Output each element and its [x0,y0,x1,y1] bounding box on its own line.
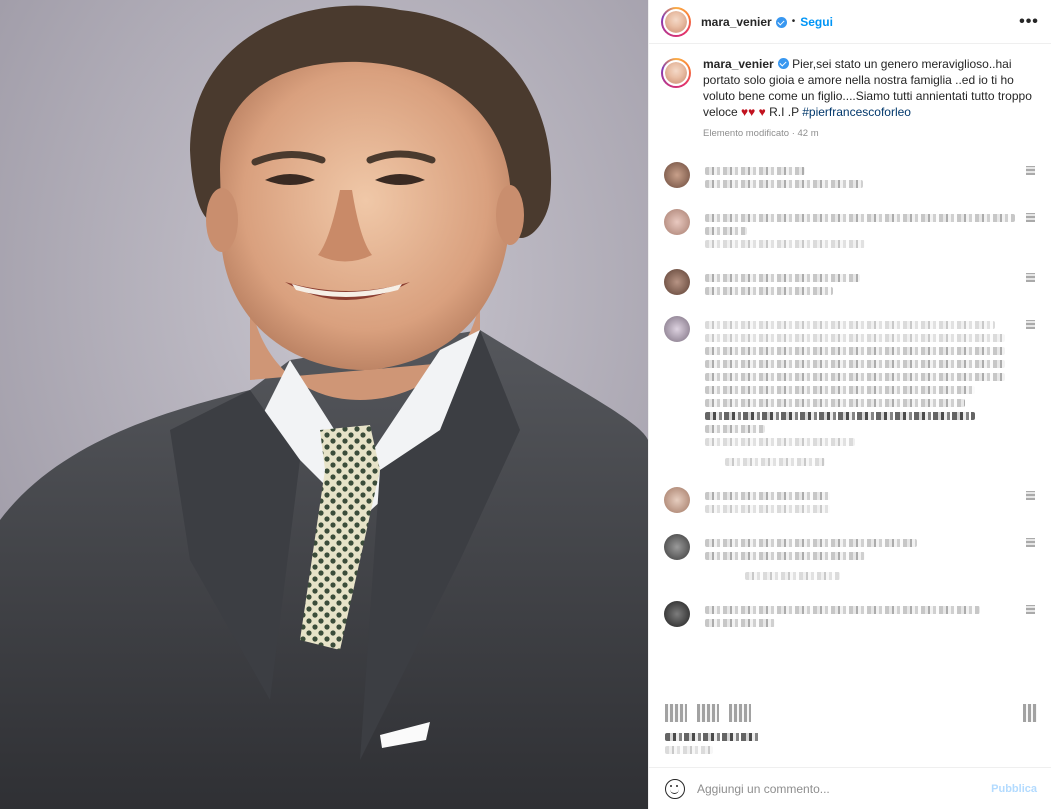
comment-icon[interactable] [697,704,719,722]
heart-icon[interactable] [1026,538,1035,547]
commenter-avatar[interactable] [664,316,690,342]
post-photo [0,0,648,809]
comment-item [661,534,1039,585]
comment-item [661,487,1039,518]
portrait-image [0,0,648,809]
publish-button[interactable]: Pubblica [991,783,1037,795]
heart-icon[interactable] [1026,605,1035,614]
caption-text-rip: R.I .P [769,105,799,119]
likes-count[interactable] [665,733,760,741]
caption-username[interactable]: mara_venier [703,57,774,71]
add-comment-bar: Pubblica [649,767,1051,809]
author-username[interactable]: mara_venier [701,15,772,29]
heart-icon[interactable] [1026,273,1035,282]
comment-input[interactable] [697,781,992,796]
comment-item [661,209,1039,253]
comment-item [661,162,1039,193]
caption-meta: Elemento modificato · 42 m [703,128,819,139]
instagram-post-modal: mara_venier • Segui ••• mara_venier Pier… [0,0,1051,809]
caption-body: mara_venier Pier,sei stato un genero mer… [703,56,1039,142]
more-options-icon[interactable]: ••• [1019,12,1039,32]
post-date [665,746,713,754]
heart-icon[interactable] [1026,166,1035,175]
comment-item [661,601,1039,632]
heart-icon[interactable] [1026,320,1035,329]
heart-icon: ♥♥ [741,105,756,119]
heart-icon[interactable] [1026,213,1035,222]
follow-button[interactable]: Segui [800,15,833,29]
post-caption: mara_venier Pier,sei stato un genero mer… [661,56,1039,142]
commenter-avatar[interactable] [664,209,690,235]
commenter-avatar[interactable] [664,162,690,188]
likes-and-date [649,722,1051,767]
like-icon[interactable] [665,704,687,722]
verified-badge-icon [777,58,789,69]
commenter-avatar[interactable] [664,269,690,295]
comment-item [661,316,1039,471]
save-icon[interactable] [1023,704,1037,722]
separator-dot: • [791,16,796,27]
commenter-avatar[interactable] [664,534,690,560]
comments-list[interactable]: mara_venier Pier,sei stato un genero mer… [649,44,1051,692]
commenter-avatar[interactable] [664,487,690,513]
heart-icon: ♥ [758,105,766,119]
comment-item [661,269,1039,300]
post-side-panel: mara_venier • Segui ••• mara_venier Pier… [648,0,1051,809]
emoji-icon[interactable] [665,778,685,799]
post-action-bar [649,696,1051,722]
post-header: mara_venier • Segui ••• [649,0,1051,44]
share-icon[interactable] [729,704,751,722]
caption-author-avatar[interactable] [661,58,691,88]
commenter-avatar[interactable] [664,601,690,627]
author-avatar[interactable] [661,6,691,37]
verified-badge-icon [775,17,787,28]
heart-icon[interactable] [1026,491,1035,500]
caption-hashtag[interactable]: #pierfrancescoforleo [802,105,911,119]
